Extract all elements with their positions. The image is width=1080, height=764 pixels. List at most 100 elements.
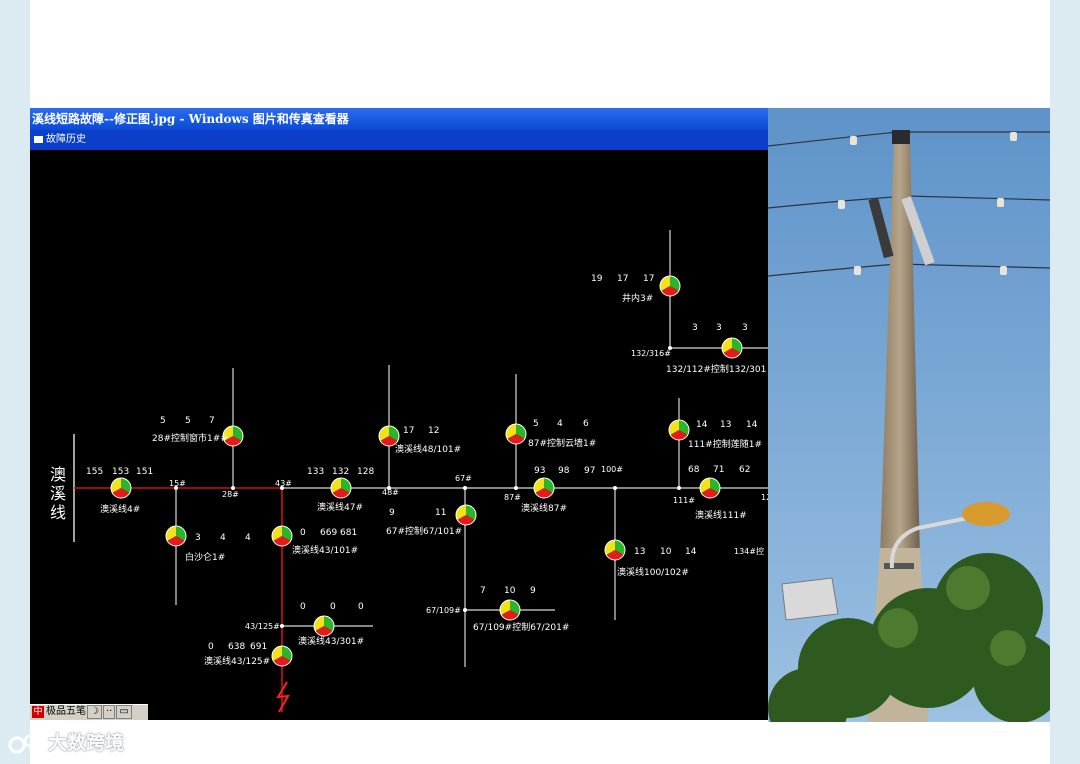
ime-keyboard-icon[interactable]: ▭ (116, 705, 132, 719)
current-reading: 5 (160, 416, 166, 426)
fault-indicator-node[interactable]: 澳溪线43/125# 0 638 691 (204, 642, 293, 667)
current-reading: 14 (746, 420, 758, 430)
utility-pole-photo (768, 108, 1050, 722)
current-reading: 97 (584, 466, 595, 476)
current-reading: 0 (330, 602, 336, 612)
fault-indicator-node[interactable]: 澳溪线48/101# 17 12 (378, 425, 461, 455)
pole-label: 12 (761, 493, 768, 502)
indicator-label: 澳溪线111# (695, 509, 747, 521)
fault-indicator-node[interactable]: 67#控制67/101# 9 11 (386, 504, 477, 537)
current-reading: 5 (185, 416, 191, 426)
junction-dot (514, 486, 518, 490)
current-reading: 681 (340, 528, 357, 538)
fault-indicator-node[interactable]: 澳溪线100/102# 13 10 14 (604, 539, 697, 578)
fault-indicator-node[interactable]: 87#控制云墙1# 5 4 6 (505, 419, 596, 449)
indicator-label: 白沙仑1# (185, 551, 225, 563)
page-right-margin (1050, 0, 1080, 764)
indicator-label: 澳溪线43/125# (204, 655, 270, 667)
current-reading: 0 (300, 602, 306, 612)
ime-toolbar[interactable]: 中极品五笔 ☽ ·· ▭ (30, 704, 148, 720)
pole-label: 67/109# (426, 606, 461, 615)
pole-label: 15# (169, 479, 186, 488)
pole-label: 43/125# (245, 622, 280, 631)
current-reading: 68 (688, 465, 700, 475)
current-reading: 62 (739, 465, 750, 475)
current-reading: 132 (332, 467, 349, 477)
pole-label: 48# (382, 488, 399, 497)
window-title-bar[interactable]: 溪线短路故障--修正图.jpg - Windows 图片和传真查看器 (30, 108, 768, 130)
current-reading: 691 (250, 642, 267, 652)
indicator-label: 井内3# (622, 292, 653, 304)
current-reading: 3 (195, 533, 201, 543)
current-reading: 17 (403, 426, 414, 436)
pole-label: 111# (673, 496, 695, 505)
junction-dot (463, 486, 467, 490)
fault-indicator-node[interactable]: 132/112#控制132/301 3 3 3 (666, 323, 766, 375)
current-reading: 133 (307, 467, 324, 477)
distribution-diagram: 澳 溪 线 15# 28# 43# 48# 67# 87# 100# 111# … (50, 230, 768, 713)
pole-label: 28# (222, 490, 239, 499)
watermark-text: 大数跨境 (48, 732, 125, 754)
ime-punct-toggle[interactable]: ·· (102, 705, 116, 719)
ime-moon-toggle[interactable]: ☽ (87, 705, 102, 719)
current-reading: 151 (136, 467, 153, 477)
indicator-label: 澳溪线100/102# (617, 566, 689, 578)
fault-indicator-node[interactable]: 111#控制莲随1# 14 13 14 (668, 419, 762, 450)
junction-dot (280, 624, 284, 628)
fault-indicator-node[interactable]: 白沙仑1# 3 4 4 (165, 525, 251, 563)
pole-label: 43# (275, 479, 292, 488)
junction-dot (677, 486, 681, 490)
current-reading: 155 (86, 467, 103, 477)
indicator-label: 132/112#控制132/301 (666, 363, 766, 375)
current-reading: 10 (504, 586, 516, 596)
window-icon (34, 135, 43, 143)
current-reading: 13 (720, 420, 731, 430)
current-reading: 71 (713, 465, 724, 475)
current-reading: 128 (357, 467, 374, 477)
pole-label: 100# (601, 465, 623, 474)
image-viewer-window: 溪线短路故障--修正图.jpg - Windows 图片和传真查看器 故障历史 … (30, 108, 768, 720)
current-reading: 13 (634, 547, 645, 557)
fault-indicator-node[interactable]: 澳溪线111# 68 71 62 (688, 465, 750, 521)
current-reading: 12 (428, 426, 439, 436)
current-reading: 153 (112, 467, 129, 477)
fault-indicator-node[interactable]: 澳溪线47# 133 132 128 (307, 467, 374, 513)
current-reading: 14 (685, 547, 697, 557)
indicator-label: 澳溪线87# (521, 502, 567, 514)
current-reading: 7 (480, 586, 486, 596)
indicator-label: 澳溪线43/301# (298, 635, 364, 647)
indicator-label: 澳溪线4# (100, 503, 140, 515)
fault-indicator-node[interactable]: 澳溪线87# 93 98 97 (521, 466, 595, 514)
indicator-label: 87#控制云墙1# (528, 437, 596, 449)
ime-logo-icon: 中 (32, 706, 44, 718)
fault-indicator-node[interactable]: 澳溪线43/301# 0 0 0 (298, 602, 364, 647)
page-left-margin (0, 0, 30, 764)
menu-fault-history-label: 故障历史 (46, 134, 86, 145)
current-reading: 669 (320, 528, 337, 538)
watermark: 大数跨境 (8, 728, 124, 758)
menu-fault-history[interactable]: 故障历史 (34, 134, 86, 145)
current-reading: 11 (435, 508, 446, 518)
indicator-label: 67#控制67/101# (386, 525, 462, 537)
pole-label: 134#控 (734, 546, 764, 556)
current-reading: 17 (617, 274, 628, 284)
fault-indicator-node[interactable]: 澳溪线4# 155 153 151 (86, 467, 153, 515)
fault-indicator-node[interactable]: 28#控制窗市1## 5 5 7 (152, 416, 244, 447)
menu-bar: 故障历史 (30, 130, 768, 150)
junction-dot (613, 486, 617, 490)
current-reading: 0 (358, 602, 364, 612)
pole-band (884, 563, 914, 569)
indicator-label: 澳溪线43/101# (292, 544, 358, 556)
pole-label: 132/316# (631, 349, 671, 358)
current-reading: 9 (530, 586, 536, 596)
line-title-char: 溪 (50, 484, 66, 503)
fault-indicator-node[interactable]: 井内3# 19 17 17 (591, 274, 681, 304)
junction-dot (463, 608, 467, 612)
current-reading: 4 (220, 533, 226, 543)
line-title-char: 线 (50, 503, 66, 522)
current-reading: 98 (558, 466, 570, 476)
pole-cap (892, 130, 910, 144)
indicator-label: 67/109#控制67/201# (473, 621, 569, 633)
fault-indicator-node[interactable]: 澳溪线43/101# 0 669 681 (271, 525, 358, 556)
current-reading: 3 (742, 323, 748, 333)
